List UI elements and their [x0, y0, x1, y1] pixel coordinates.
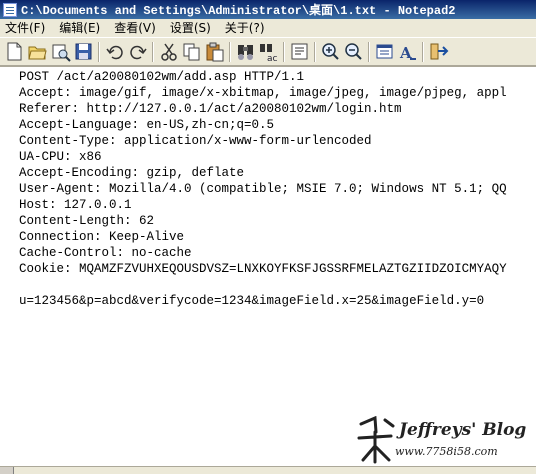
zoom-out-button[interactable] — [342, 41, 364, 63]
watermark-url: www.7758i58.com — [395, 445, 498, 458]
zoom-in-button[interactable] — [319, 41, 341, 63]
cut-icon — [160, 43, 177, 61]
horizontal-scrollbar[interactable] — [0, 466, 536, 474]
scheme-icon — [376, 44, 392, 59]
menu-settings[interactable]: 设置(S) — [163, 19, 218, 37]
open-folder-icon — [27, 46, 47, 60]
zoom-out-icon — [344, 43, 362, 60]
undo-icon — [105, 45, 123, 60]
window-title: C:\Documents and Settings\Administrator\… — [21, 4, 456, 18]
toolbar-separator — [368, 41, 370, 62]
replace-button[interactable]: ac — [257, 41, 279, 63]
toolbar-separator — [283, 41, 285, 62]
menu-view[interactable]: 查看(V) — [107, 19, 163, 37]
font-button[interactable]: A — [396, 41, 418, 63]
menu-bar: 文件(F) 编辑(E) 查看(V) 设置(S) 关于(?) — [0, 19, 536, 37]
notepad-app-icon[interactable] — [3, 2, 17, 17]
toolbar-separator — [98, 41, 100, 62]
find-icon — [237, 45, 253, 60]
editor-line: User-Agent: Mozilla/4.0 (compatible; MSI… — [19, 182, 507, 196]
open-folder-button[interactable] — [26, 41, 48, 63]
new-file-icon — [7, 42, 21, 61]
toolbar-separator — [152, 41, 154, 62]
zoom-in-icon — [321, 43, 339, 60]
cut-button[interactable] — [157, 41, 179, 63]
menu-edit[interactable]: 编辑(E) — [52, 19, 107, 37]
editor-line: Accept-Encoding: gzip, deflate — [19, 166, 245, 180]
editor-line: POST /act/a20080102wm/add.asp HTTP/1.1 — [19, 70, 305, 84]
exit-button[interactable] — [427, 41, 449, 63]
undo-button[interactable] — [103, 41, 125, 63]
editor-line: Content-Length: 62 — [19, 214, 155, 228]
scroll-left-button[interactable] — [0, 467, 14, 474]
word-wrap-button[interactable] — [288, 41, 310, 63]
editor-line: Referer: http://127.0.0.1/act/a20080102w… — [19, 102, 402, 116]
word-wrap-icon — [291, 43, 307, 60]
new-file-button[interactable] — [3, 41, 25, 63]
redo-button[interactable] — [126, 41, 148, 63]
browse-button[interactable] — [49, 41, 71, 63]
toolbar-separator — [314, 41, 316, 62]
toolbar-separator — [229, 41, 231, 62]
save-button[interactable] — [72, 41, 94, 63]
scheme-button[interactable] — [373, 41, 395, 63]
watermark-logo-icon — [357, 416, 395, 464]
find-button[interactable] — [234, 41, 256, 63]
toolbar-separator — [422, 41, 424, 62]
paste-button[interactable] — [203, 41, 225, 63]
editor-line: Cache-Control: no-cache — [19, 246, 192, 260]
editor-line: Host: 127.0.0.1 — [19, 198, 132, 212]
copy-icon — [183, 43, 199, 61]
browse-icon — [52, 44, 71, 62]
text-editor[interactable]: POST /act/a20080102wm/add.asp HTTP/1.1 Ac… — [0, 66, 536, 466]
editor-line: u=123456&p=abcd&verifycode=1234&imageFie… — [19, 294, 485, 308]
save-icon — [75, 43, 91, 60]
copy-button[interactable] — [180, 41, 202, 63]
editor-line: Connection: Keep-Alive — [19, 230, 185, 244]
watermark-title: Jeffreys' Blog — [399, 420, 527, 440]
menu-about[interactable]: 关于(?) — [218, 19, 272, 37]
blog-watermark: Jeffreys' Blog www.7758i58.com — [355, 412, 536, 466]
exit-icon — [430, 43, 448, 60]
font-icon: A — [399, 44, 416, 62]
editor-line: Accept: image/gif, image/x-xbitmap, imag… — [19, 86, 507, 100]
paste-icon — [206, 42, 223, 62]
toolbar: ac A — [0, 37, 536, 66]
redo-icon — [129, 45, 147, 60]
editor-line: Accept-Language: en-US,zh-cn;q=0.5 — [19, 118, 275, 132]
menu-file[interactable]: 文件(F) — [0, 19, 52, 37]
editor-line: Content-Type: application/x-www-form-url… — [19, 134, 372, 148]
title-bar: C:\Documents and Settings\Administrator\… — [0, 0, 536, 19]
replace-icon: ac — [259, 44, 278, 62]
svg-text:ac: ac — [267, 54, 278, 62]
editor-line: Cookie: MQAMZFZVUHXEQOUSDVSZ=LNXKOYFKSFJ… — [19, 262, 507, 276]
editor-line: UA-CPU: x86 — [19, 150, 102, 164]
